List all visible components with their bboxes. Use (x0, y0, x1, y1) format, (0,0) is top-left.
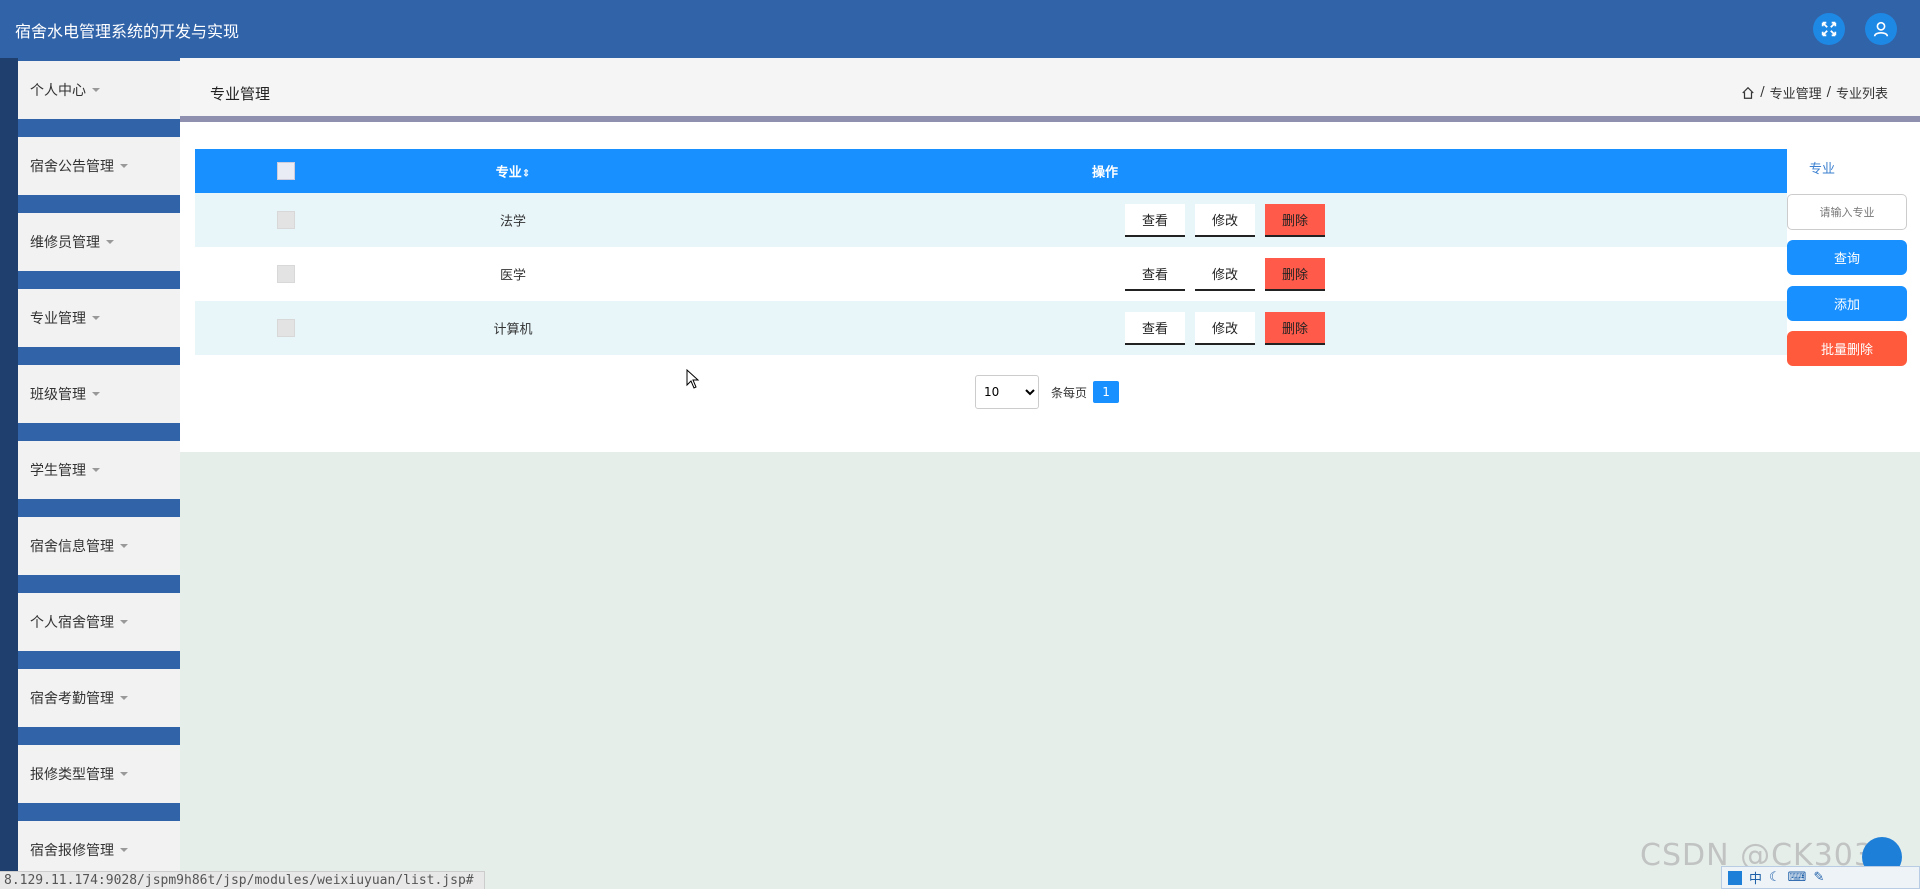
batch-delete-button[interactable]: 批量删除 (1787, 331, 1907, 366)
chevron-down-icon (92, 468, 100, 472)
chevron-down-icon (92, 316, 100, 320)
add-button[interactable]: 添加 (1787, 286, 1907, 321)
sidebar-item-label: 宿舍考勤管理 (30, 691, 114, 707)
select-all-checkbox[interactable] (277, 162, 295, 180)
chevron-down-icon (120, 696, 128, 700)
table-header: 专业⇕ 操作 (195, 149, 1787, 193)
settings-icon[interactable]: ✎ (1813, 870, 1824, 885)
page-header: 专业管理 / 专业管理 / 专业列表 (180, 58, 1920, 116)
row-checkbox[interactable] (277, 319, 295, 337)
breadcrumb-item-major[interactable]: 专业管理 (1770, 83, 1822, 102)
browser-status-url: 8.129.11.174:9028/jspm9h86t/jsp/modules/… (0, 871, 485, 889)
user-avatar-icon[interactable] (1865, 13, 1897, 45)
breadcrumb-item-list: 专业列表 (1835, 87, 1888, 102)
sort-icon[interactable]: ⇕ (522, 169, 530, 180)
sidebar-item-personal-center[interactable]: 个人中心 (18, 61, 180, 119)
edit-button[interactable]: 修改 (1195, 312, 1255, 345)
edit-button[interactable]: 修改 (1195, 204, 1255, 237)
view-button[interactable]: 查看 (1125, 204, 1185, 237)
chevron-down-icon (92, 88, 100, 92)
sidebar-item-repair-type[interactable]: 报修类型管理 (18, 745, 180, 803)
column-header-label: 专业 (495, 165, 522, 181)
page-number-current[interactable]: 1 (1093, 381, 1120, 403)
page-size-select[interactable]: 10 (975, 375, 1039, 409)
sidebar-item-class[interactable]: 班级管理 (18, 365, 180, 423)
sidebar: 个人中心 宿舍公告管理 维修员管理 专业管理 班级管理 学生管理 宿舍信息管理 … (0, 58, 180, 889)
keyboard-icon[interactable]: ⌨ (1788, 870, 1807, 885)
fullscreen-icon[interactable] (1813, 13, 1845, 45)
cell-major: 计算机 (493, 322, 533, 338)
sidebar-item-repairman[interactable]: 维修员管理 (18, 213, 180, 271)
sidebar-item-label: 宿舍公告管理 (30, 159, 114, 175)
sidebar-item-label: 班级管理 (30, 387, 86, 403)
sidebar-item-label: 学生管理 (30, 463, 86, 479)
major-table: 专业⇕ 操作 法学 查看 修改 删除 医学 查看 修改 删除 计算机 查看 修改… (195, 149, 1787, 355)
column-header-major[interactable]: 专业⇕ (413, 162, 613, 181)
moon-icon[interactable]: ☾ (1769, 870, 1781, 885)
filter-label-major: 专业 (1808, 162, 1835, 177)
ime-indicator[interactable]: 中 (1749, 868, 1762, 887)
sidebar-item-label: 个人中心 (30, 83, 86, 99)
chevron-down-icon (120, 620, 128, 624)
view-button[interactable]: 查看 (1125, 312, 1185, 345)
sidebar-stripe (0, 58, 18, 889)
top-bar: 宿舍水电管理系统的开发与实现 (0, 0, 1920, 58)
cell-major: 医学 (499, 268, 526, 284)
per-page-label: 条每页 (1051, 385, 1088, 400)
breadcrumb-sep: / (1826, 85, 1831, 100)
sidebar-item-label: 专业管理 (30, 311, 86, 327)
main-content: 专业⇕ 操作 法学 查看 修改 删除 医学 查看 修改 删除 计算机 查看 修改… (180, 122, 1920, 452)
sidebar-item-dorm-info[interactable]: 宿舍信息管理 (18, 517, 180, 575)
sidebar-item-my-dorm[interactable]: 个人宿舍管理 (18, 593, 180, 651)
sidebar-item-label: 报修类型管理 (30, 767, 114, 783)
chevron-down-icon (92, 392, 100, 396)
chevron-down-icon (120, 848, 128, 852)
sidebar-item-label: 个人宿舍管理 (30, 615, 114, 631)
pagination: 10 条每页 1 (975, 375, 1120, 409)
table-row: 医学 查看 修改 删除 (195, 247, 1787, 301)
row-checkbox[interactable] (277, 211, 295, 229)
chevron-down-icon (120, 772, 128, 776)
sidebar-item-label: 宿舍报修管理 (30, 843, 114, 859)
column-header-ops: 操作 (1091, 165, 1118, 181)
major-search-input[interactable] (1787, 194, 1907, 230)
delete-button[interactable]: 删除 (1265, 258, 1325, 291)
delete-button[interactable]: 删除 (1265, 312, 1325, 345)
edit-button[interactable]: 修改 (1195, 258, 1255, 291)
chevron-down-icon (120, 544, 128, 548)
view-button[interactable]: 查看 (1125, 258, 1185, 291)
cell-major: 法学 (499, 214, 526, 230)
tray-app-icon[interactable] (1728, 870, 1742, 885)
sidebar-item-label: 宿舍信息管理 (30, 539, 114, 555)
breadcrumb: / 专业管理 / 专业列表 (1741, 83, 1888, 102)
system-tray: 中 ☾ ⌨ ✎ (1721, 866, 1920, 889)
query-button[interactable]: 查询 (1787, 240, 1907, 275)
sidebar-item-label: 维修员管理 (30, 235, 100, 251)
sidebar-item-attendance[interactable]: 宿舍考勤管理 (18, 669, 180, 727)
breadcrumb-sep: / (1760, 85, 1765, 100)
sidebar-item-student[interactable]: 学生管理 (18, 441, 180, 499)
app-title: 宿舍水电管理系统的开发与实现 (15, 22, 240, 41)
page-title: 专业管理 (210, 85, 271, 103)
chevron-down-icon (106, 240, 114, 244)
sidebar-item-notice[interactable]: 宿舍公告管理 (18, 137, 180, 195)
sidebar-item-major[interactable]: 专业管理 (18, 289, 180, 347)
home-icon[interactable] (1741, 86, 1755, 100)
table-row: 法学 查看 修改 删除 (195, 193, 1787, 247)
table-row: 计算机 查看 修改 删除 (195, 301, 1787, 355)
chevron-down-icon (120, 164, 128, 168)
mouse-cursor-icon (686, 369, 700, 389)
row-checkbox[interactable] (277, 265, 295, 283)
delete-button[interactable]: 删除 (1265, 204, 1325, 237)
